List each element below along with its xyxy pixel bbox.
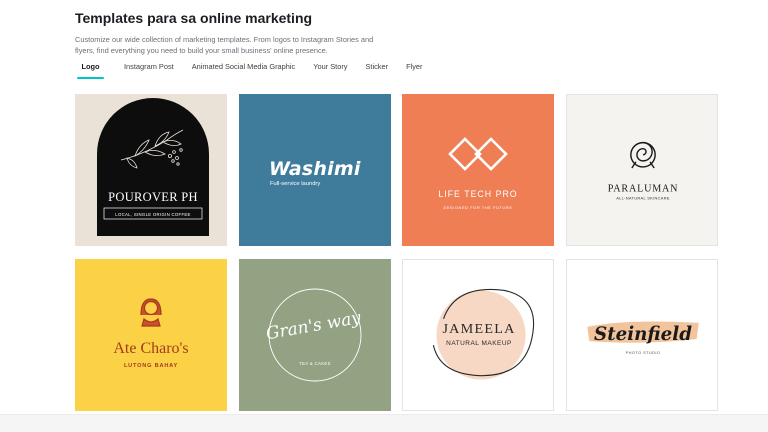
lifetech-name-text: LIFE TECH PRO (438, 189, 517, 199)
grans-way-tagline-text: TEA & CAKES (299, 361, 331, 366)
lifetech-logo-artwork: LIFE TECH PRO DESIGNED FOR THE FUTURE (438, 137, 517, 210)
lifetech-tagline-text: DESIGNED FOR THE FUTURE (443, 205, 512, 210)
jameela-logo-artwork: JAMEELA NATURAL MAKEUP (432, 288, 535, 380)
template-card-washimi[interactable]: Washimi Full-service laundry (239, 94, 391, 246)
steinfield-tagline-text: PHOTO STUDIO (626, 350, 661, 355)
steinfield-logo-artwork: Steinfield PHOTO STUDIO (587, 321, 699, 355)
page-description: Customize our wide collection of marketi… (75, 35, 374, 55)
tab-instagram-post[interactable]: Instagram Post (116, 60, 182, 82)
template-card-lifetech[interactable]: LIFE TECH PRO DESIGNED FOR THE FUTURE (402, 94, 554, 246)
template-card-pourover[interactable]: POUROVER PH LOCAL, SINGLE ORIGIN COFFEE (75, 94, 227, 246)
grans-way-name-text: Gran's way (264, 308, 362, 344)
pourover-logo-artwork: POUROVER PH LOCAL, SINGLE ORIGIN COFFEE (97, 98, 209, 236)
washimi-name-text: Washimi (269, 158, 361, 180)
template-card-ate-charos[interactable]: Ate Charo's LUTONG BAHAY (75, 259, 227, 411)
bottom-bar (0, 414, 768, 432)
template-tabs: Logo Instagram Post Animated Social Medi… (75, 60, 431, 82)
template-card-jameela[interactable]: JAMEELA NATURAL MAKEUP (402, 259, 554, 411)
washimi-logo-artwork: Washimi Full-service laundry (269, 158, 361, 187)
diamond-logo-icon (448, 137, 508, 171)
tab-sticker[interactable]: Sticker (357, 60, 396, 82)
template-card-paraluman[interactable]: PARALUMAN ALL-NATURAL SKINCARE (566, 94, 718, 246)
grans-way-logo-artwork: Gran's way TEA & CAKES (264, 288, 363, 382)
tab-animated-social-media-graphic[interactable]: Animated Social Media Graphic (184, 60, 304, 82)
paraluman-tagline-text: ALL-NATURAL SKINCARE (616, 195, 670, 200)
ate-charos-tagline-text: LUTONG BAHAY (124, 363, 178, 369)
paraluman-name-text: PARALUMAN (608, 183, 679, 194)
ate-charos-name-text: Ate Charo's (113, 340, 188, 357)
ate-charos-logo-artwork: Ate Charo's LUTONG BAHAY (113, 298, 189, 369)
tab-logo[interactable]: Logo (75, 60, 106, 82)
page-title: Templates para sa online marketing (75, 10, 313, 26)
woman-portrait-icon (140, 298, 162, 327)
tab-your-story[interactable]: Your Story (305, 60, 355, 82)
pourover-tagline-text: LOCAL, SINGLE ORIGIN COFFEE (115, 212, 190, 217)
tab-flyer[interactable]: Flyer (398, 60, 430, 82)
page-content: Templates para sa online marketing Custo… (75, 8, 720, 79)
template-card-grans-way[interactable]: Gran's way TEA & CAKES (239, 259, 391, 411)
washimi-tagline-text: Full-service laundry (270, 181, 320, 187)
jameela-tagline-text: NATURAL MAKEUP (446, 340, 512, 347)
steinfield-name-text: Steinfield (594, 324, 692, 345)
paraluman-logo-artwork: PARALUMAN ALL-NATURAL SKINCARE (608, 141, 679, 200)
shell-icon (630, 141, 656, 169)
jameela-name-text: JAMEELA (442, 321, 515, 337)
template-card-steinfield[interactable]: Steinfield PHOTO STUDIO (566, 259, 718, 411)
pourover-name-text: POUROVER PH (108, 190, 198, 204)
